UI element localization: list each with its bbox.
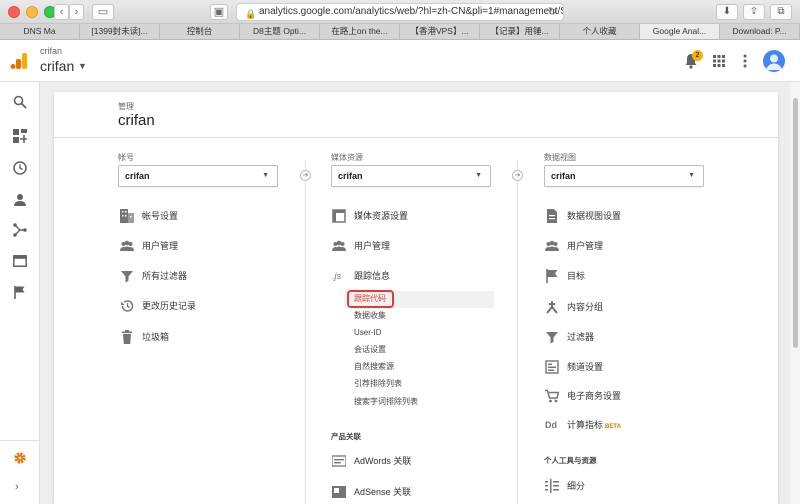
expand-chevron-icon[interactable]: › xyxy=(15,481,19,493)
personal-tools-heading: 个人工具与资源 xyxy=(544,456,597,465)
product-linking-heading: 产品关联 xyxy=(331,432,361,441)
channel-icon xyxy=(545,360,559,374)
tab-bar: DNS Ma [1399封未读]... 控制台 D8主题 Opti... 在路上on t… xyxy=(0,24,800,40)
content-grouping-icon xyxy=(546,301,558,314)
person-avatar-icon xyxy=(766,54,782,70)
browser-tab[interactable]: 在路上on the... xyxy=(320,24,400,39)
browser-tab[interactable]: 【记录】用锤... xyxy=(480,24,560,39)
adsense-icon xyxy=(332,486,346,498)
account-selector[interactable]: crifan xyxy=(40,58,74,74)
caret-down-icon[interactable]: ▼ xyxy=(78,61,87,71)
organic-search-sources-link[interactable]: 自然搜索源 xyxy=(354,360,394,374)
account-column-label: 帐号 xyxy=(118,153,134,162)
nav-divider xyxy=(0,440,40,441)
property-select-value: crifan xyxy=(338,171,363,181)
segments-icon xyxy=(545,479,559,493)
apps-grid-icon[interactable] xyxy=(713,55,725,67)
dropdown-caret-icon: ▼ xyxy=(262,172,269,179)
account-select[interactable]: crifan ▼ xyxy=(118,165,278,187)
search-icon[interactable] xyxy=(13,95,27,109)
dropdown-caret-icon: ▼ xyxy=(475,172,482,179)
people-icon xyxy=(545,240,559,251)
document-icon xyxy=(547,209,557,223)
clock-icon[interactable] xyxy=(13,161,27,175)
page-title: crifan xyxy=(118,112,155,129)
user-avatar[interactable] xyxy=(763,50,785,72)
ga-header: crifan crifan ▼ 2 xyxy=(0,40,800,82)
user-id-link[interactable]: User-ID xyxy=(354,326,382,340)
conversions-flag-icon[interactable] xyxy=(13,285,27,299)
column-divider xyxy=(517,160,518,504)
browser-tab[interactable]: Google Anal... xyxy=(640,24,720,39)
cart-icon xyxy=(545,389,559,403)
view-select[interactable]: crifan ▼ xyxy=(544,165,704,187)
scrollbar-thumb[interactable] xyxy=(793,98,798,348)
highlight-box xyxy=(347,290,394,308)
analytics-logo-icon[interactable] xyxy=(10,52,28,70)
arrow-right-icon: ➔ xyxy=(300,170,311,181)
lock-icon: 🔒 xyxy=(245,9,257,19)
acquisition-icon[interactable] xyxy=(13,223,27,237)
more-vert-icon[interactable] xyxy=(743,54,747,68)
view-select-value: crifan xyxy=(551,171,576,181)
browser-tab[interactable]: 个人收藏 xyxy=(560,24,640,39)
property-column-label: 媒体资源 xyxy=(331,153,363,162)
column-divider xyxy=(305,160,306,504)
property-window-icon xyxy=(332,209,346,223)
window-close-button[interactable] xyxy=(8,6,20,18)
referral-exclusion-link[interactable]: 引荐排除列表 xyxy=(354,377,402,391)
back-button[interactable]: ‹ xyxy=(54,4,69,20)
session-settings-link[interactable]: 会话设置 xyxy=(354,343,386,357)
beta-badge: BETA xyxy=(605,424,621,430)
browser-tab[interactable]: Download: P... xyxy=(720,24,800,39)
data-collection-link[interactable]: 数据收集 xyxy=(354,309,386,323)
filter-icon xyxy=(121,271,133,283)
header-divider xyxy=(54,137,778,138)
browser-tab[interactable]: DNS Ma xyxy=(0,24,80,39)
reader-button[interactable]: ▣ xyxy=(210,4,228,20)
filter-icon xyxy=(546,332,558,344)
account-name-small: crifan xyxy=(40,46,63,56)
js-icon: .js xyxy=(332,271,341,281)
breadcrumb-label: 管理 xyxy=(118,102,134,111)
trash-icon xyxy=(122,330,132,344)
view-column-label: 数据视图 xyxy=(544,153,576,162)
behavior-icon[interactable] xyxy=(13,254,27,268)
account-select-value: crifan xyxy=(125,171,150,181)
browser-tab[interactable]: [1399封未读]... xyxy=(80,24,160,39)
address-bar[interactable]: 🔒 analytics.google.com/analytics/web/?hl… xyxy=(236,3,564,21)
dd-icon: Dd xyxy=(545,420,557,430)
window-minimize-button[interactable] xyxy=(26,6,38,18)
adwords-icon xyxy=(332,455,346,467)
people-icon xyxy=(120,240,134,251)
building-icon xyxy=(120,209,134,223)
admin-gear-icon[interactable] xyxy=(13,451,27,465)
browser-tab[interactable]: 控制台 xyxy=(160,24,240,39)
audience-person-icon[interactable] xyxy=(13,193,27,207)
notification-badge: 2 xyxy=(692,50,703,61)
arrow-right-icon: ➔ xyxy=(512,170,523,181)
dropdown-caret-icon: ▼ xyxy=(688,172,695,179)
browser-tab[interactable]: D8主题 Opti... xyxy=(240,24,320,39)
tabs-overview-button[interactable]: ⧉ xyxy=(770,4,792,20)
forward-button[interactable]: › xyxy=(69,4,84,20)
downloads-button[interactable]: ⬇ xyxy=(716,4,738,20)
url-text: analytics.google.com/analytics/web/?hl=z… xyxy=(259,6,564,17)
share-button[interactable]: ⇪ xyxy=(743,4,765,20)
sidebar-toggle-button[interactable]: ▭ xyxy=(92,4,114,20)
people-icon xyxy=(332,240,346,251)
history-icon xyxy=(121,300,134,312)
customization-icon[interactable] xyxy=(13,129,27,143)
browser-tab[interactable]: 【香港VPS】... xyxy=(400,24,480,39)
browser-toolbar: ‹ › ▭ ▣ 🔒 analytics.google.com/analytics… xyxy=(0,0,800,24)
property-select[interactable]: crifan ▼ xyxy=(331,165,491,187)
search-term-exclusion-link[interactable]: 搜索字词排除列表 xyxy=(354,395,418,409)
reload-icon[interactable]: ↻ xyxy=(548,4,557,20)
flag-icon xyxy=(546,269,558,283)
left-navigation: › xyxy=(0,82,40,504)
